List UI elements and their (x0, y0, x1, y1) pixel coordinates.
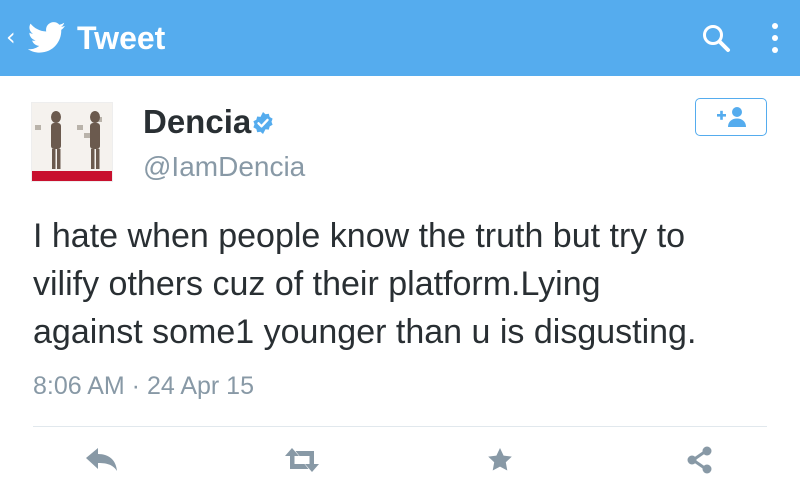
chevron-left-icon[interactable]: ‹ (6, 22, 16, 52)
retweet-icon (285, 448, 319, 472)
star-icon (488, 448, 512, 471)
add-user-icon (717, 107, 746, 127)
author-name[interactable]: Dencia (143, 100, 251, 144)
app-bar: ‹ Tweet (0, 0, 800, 76)
tweet-text: I hate when people know the truth but tr… (33, 217, 697, 351)
verified-badge-icon (253, 112, 273, 134)
more-vertical-icon[interactable] (766, 20, 784, 56)
share-icon (687, 446, 712, 474)
follow-button[interactable] (695, 98, 767, 136)
retweet-button[interactable] (283, 444, 319, 476)
avatar[interactable] (31, 102, 113, 182)
author-handle[interactable]: @IamDencia (143, 149, 305, 185)
divider (33, 426, 767, 427)
reply-button[interactable] (84, 444, 120, 476)
share-button[interactable] (684, 444, 720, 476)
twitter-bird-icon[interactable] (28, 22, 66, 54)
favorite-button[interactable] (484, 444, 520, 476)
reply-icon (86, 448, 117, 471)
tweet-timestamp: 8:06 AM · 24 Apr 15 (33, 372, 254, 400)
search-icon[interactable] (700, 22, 734, 56)
page-title: Tweet (77, 20, 166, 56)
